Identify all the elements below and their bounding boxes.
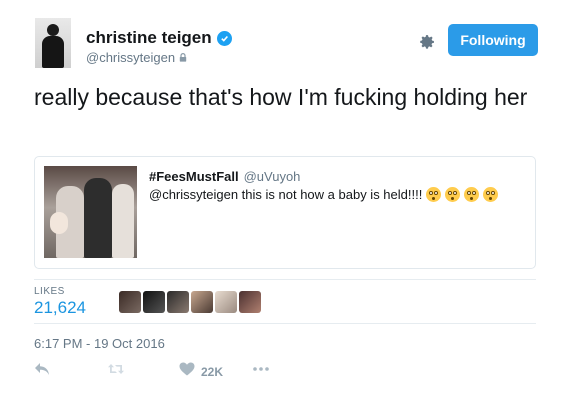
avatar-head (47, 24, 59, 36)
reply-icon (34, 362, 50, 381)
liker-avatar[interactable] (215, 291, 237, 313)
photo-baby (50, 212, 68, 234)
liker-avatar[interactable] (143, 291, 165, 313)
liker-avatar[interactable] (119, 291, 141, 313)
user-handle[interactable]: @chrissyteigen (86, 50, 175, 65)
quoted-tweet-photo[interactable] (44, 166, 137, 258)
like-count: 22K (201, 364, 224, 379)
likes-count[interactable]: 21,624 (34, 298, 86, 318)
liker-avatar[interactable] (167, 291, 189, 313)
following-button[interactable]: Following (448, 24, 538, 56)
avatar-body (42, 36, 64, 68)
quoted-tweet-text-row: @chrissyteigen this is not how a baby is… (149, 187, 499, 202)
flushed-face-emoji-icon (426, 187, 442, 202)
retweet-button[interactable] (107, 362, 125, 381)
tweet-timestamp[interactable]: 6:17 PM - 19 Oct 2016 (34, 336, 165, 351)
user-name-row: christine teigen (86, 28, 232, 48)
quoted-tweet-author: #FeesMustFall @uVuyoh (149, 169, 300, 184)
retweet-icon (107, 362, 125, 381)
more-icon (252, 362, 270, 381)
photo-person-center (84, 178, 112, 258)
reply-button[interactable] (34, 362, 50, 381)
gear-icon[interactable] (418, 33, 436, 51)
quoted-tweet-text: @chrissyteigen this is not how a baby is… (149, 187, 423, 202)
divider-top (34, 279, 536, 280)
verified-badge-icon (216, 30, 232, 46)
quoted-tweet-card[interactable]: #FeesMustFall @uVuyoh @chrissyteigen thi… (34, 156, 536, 269)
flushed-face-emoji-icon (483, 187, 499, 202)
heart-icon (179, 362, 195, 381)
user-avatar[interactable] (35, 18, 71, 68)
quoted-author-name[interactable]: #FeesMustFall (149, 169, 239, 184)
lock-icon (179, 53, 187, 62)
user-handle-row: @chrissyteigen (86, 50, 187, 65)
tweet-text: really because that's how I'm fucking ho… (34, 84, 528, 110)
flushed-face-emoji-icon (464, 187, 480, 202)
liker-avatar[interactable] (239, 291, 261, 313)
flushed-face-emoji-icon (445, 187, 461, 202)
like-button[interactable]: 22K (179, 362, 223, 381)
photo-person-right (112, 184, 134, 258)
liker-avatar[interactable] (191, 291, 213, 313)
liker-avatars (119, 291, 261, 313)
quoted-author-handle[interactable]: @uVuyoh (244, 169, 301, 184)
user-display-name[interactable]: christine teigen (86, 28, 212, 48)
more-button[interactable] (252, 362, 270, 381)
divider-bottom (34, 323, 536, 324)
likes-label: LIKES (34, 286, 65, 297)
